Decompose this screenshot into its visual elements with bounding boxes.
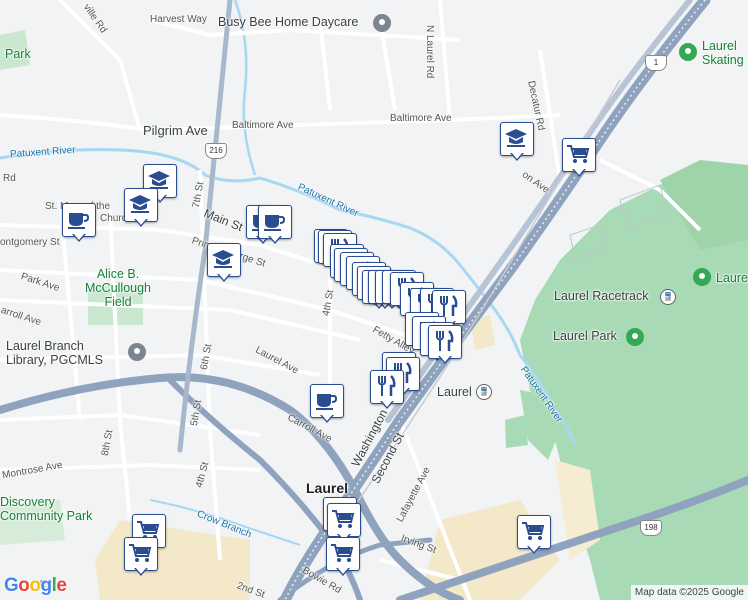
- label-discovery-park: Discovery Community Park: [0, 495, 93, 523]
- racetrack-station-icon[interactable]: 🚆: [660, 289, 676, 305]
- coffee-marker[interactable]: [62, 203, 96, 243]
- school-marker[interactable]: [124, 188, 158, 228]
- label-ontgomery-st: ontgomery St: [0, 237, 60, 248]
- school-marker[interactable]: [207, 243, 241, 283]
- restaurant-icon: [378, 375, 396, 396]
- cart-icon: [567, 145, 590, 163]
- label-laure-e: Laure: [716, 271, 748, 285]
- school-marker[interactable]: [500, 122, 534, 162]
- label-rd-w: Rd: [3, 173, 16, 184]
- skating-poi-icon[interactable]: [679, 43, 697, 61]
- route-216-shield: 216: [205, 143, 227, 159]
- cart-icon: [129, 544, 152, 562]
- coffee-icon: [264, 215, 286, 231]
- grocery-marker[interactable]: [326, 537, 360, 577]
- restaurant-icon: [440, 295, 458, 316]
- cart-icon: [331, 544, 354, 562]
- google-logo: Google: [4, 575, 67, 596]
- map-attribution[interactable]: Map data ©2025 Google: [630, 585, 748, 600]
- label-laurel-branch-library: Laurel Branch Library, PGCMLS: [6, 339, 104, 367]
- map-canvas[interactable]: ville Rd Harvest Way Busy Bee Home Dayca…: [0, 0, 748, 600]
- coffee-marker[interactable]: [258, 205, 292, 245]
- label-harvest-way: Harvest Way: [150, 14, 207, 25]
- cart-icon: [332, 510, 355, 528]
- school-icon: [212, 250, 234, 268]
- daycare-poi-icon[interactable]: [373, 14, 391, 32]
- coffee-icon: [316, 394, 338, 410]
- label-mccullough-field: Alice B. McCullough Field: [85, 267, 152, 309]
- coffee-marker[interactable]: [310, 384, 344, 424]
- grocery-marker[interactable]: [517, 515, 551, 555]
- restaurant-icon: [436, 330, 454, 351]
- label-n-laurel-rd: N Laurel Rd: [424, 25, 435, 79]
- label-pilgrim-ave: Pilgrim Ave: [143, 123, 208, 138]
- school-icon: [129, 195, 151, 213]
- grocery-marker[interactable]: [124, 537, 158, 577]
- cart-icon: [522, 522, 545, 540]
- laurel-station-icon[interactable]: 🚆: [476, 384, 492, 400]
- label-park-top: Park: [5, 47, 31, 61]
- label-laurel-racetrack: Laurel Racetrack: [554, 289, 649, 303]
- label-laurel-city: Laurel: [306, 480, 349, 496]
- coffee-icon: [68, 213, 90, 229]
- label-laurel-station: Laurel: [437, 385, 472, 399]
- label-baltimore-ave-e: Baltimore Ave: [390, 113, 452, 124]
- laure-poi-icon[interactable]: [693, 268, 711, 286]
- grocery-marker[interactable]: [562, 138, 596, 178]
- restaurant-marker[interactable]: [428, 325, 462, 365]
- route-198-shield: 198: [640, 520, 662, 536]
- laurel-park-poi-icon[interactable]: [626, 328, 644, 346]
- label-busy-bee-daycare: Busy Bee Home Daycare: [218, 15, 359, 29]
- library-poi-icon[interactable]: [128, 343, 146, 361]
- restaurant-marker[interactable]: [370, 370, 404, 410]
- route-1-shield: 1: [645, 55, 667, 71]
- label-laurel-park: Laurel Park: [553, 329, 617, 343]
- label-baltimore-ave-w: Baltimore Ave: [232, 120, 294, 131]
- label-laurel-skating: Laurel Skating: [702, 39, 744, 67]
- school-icon: [505, 129, 527, 147]
